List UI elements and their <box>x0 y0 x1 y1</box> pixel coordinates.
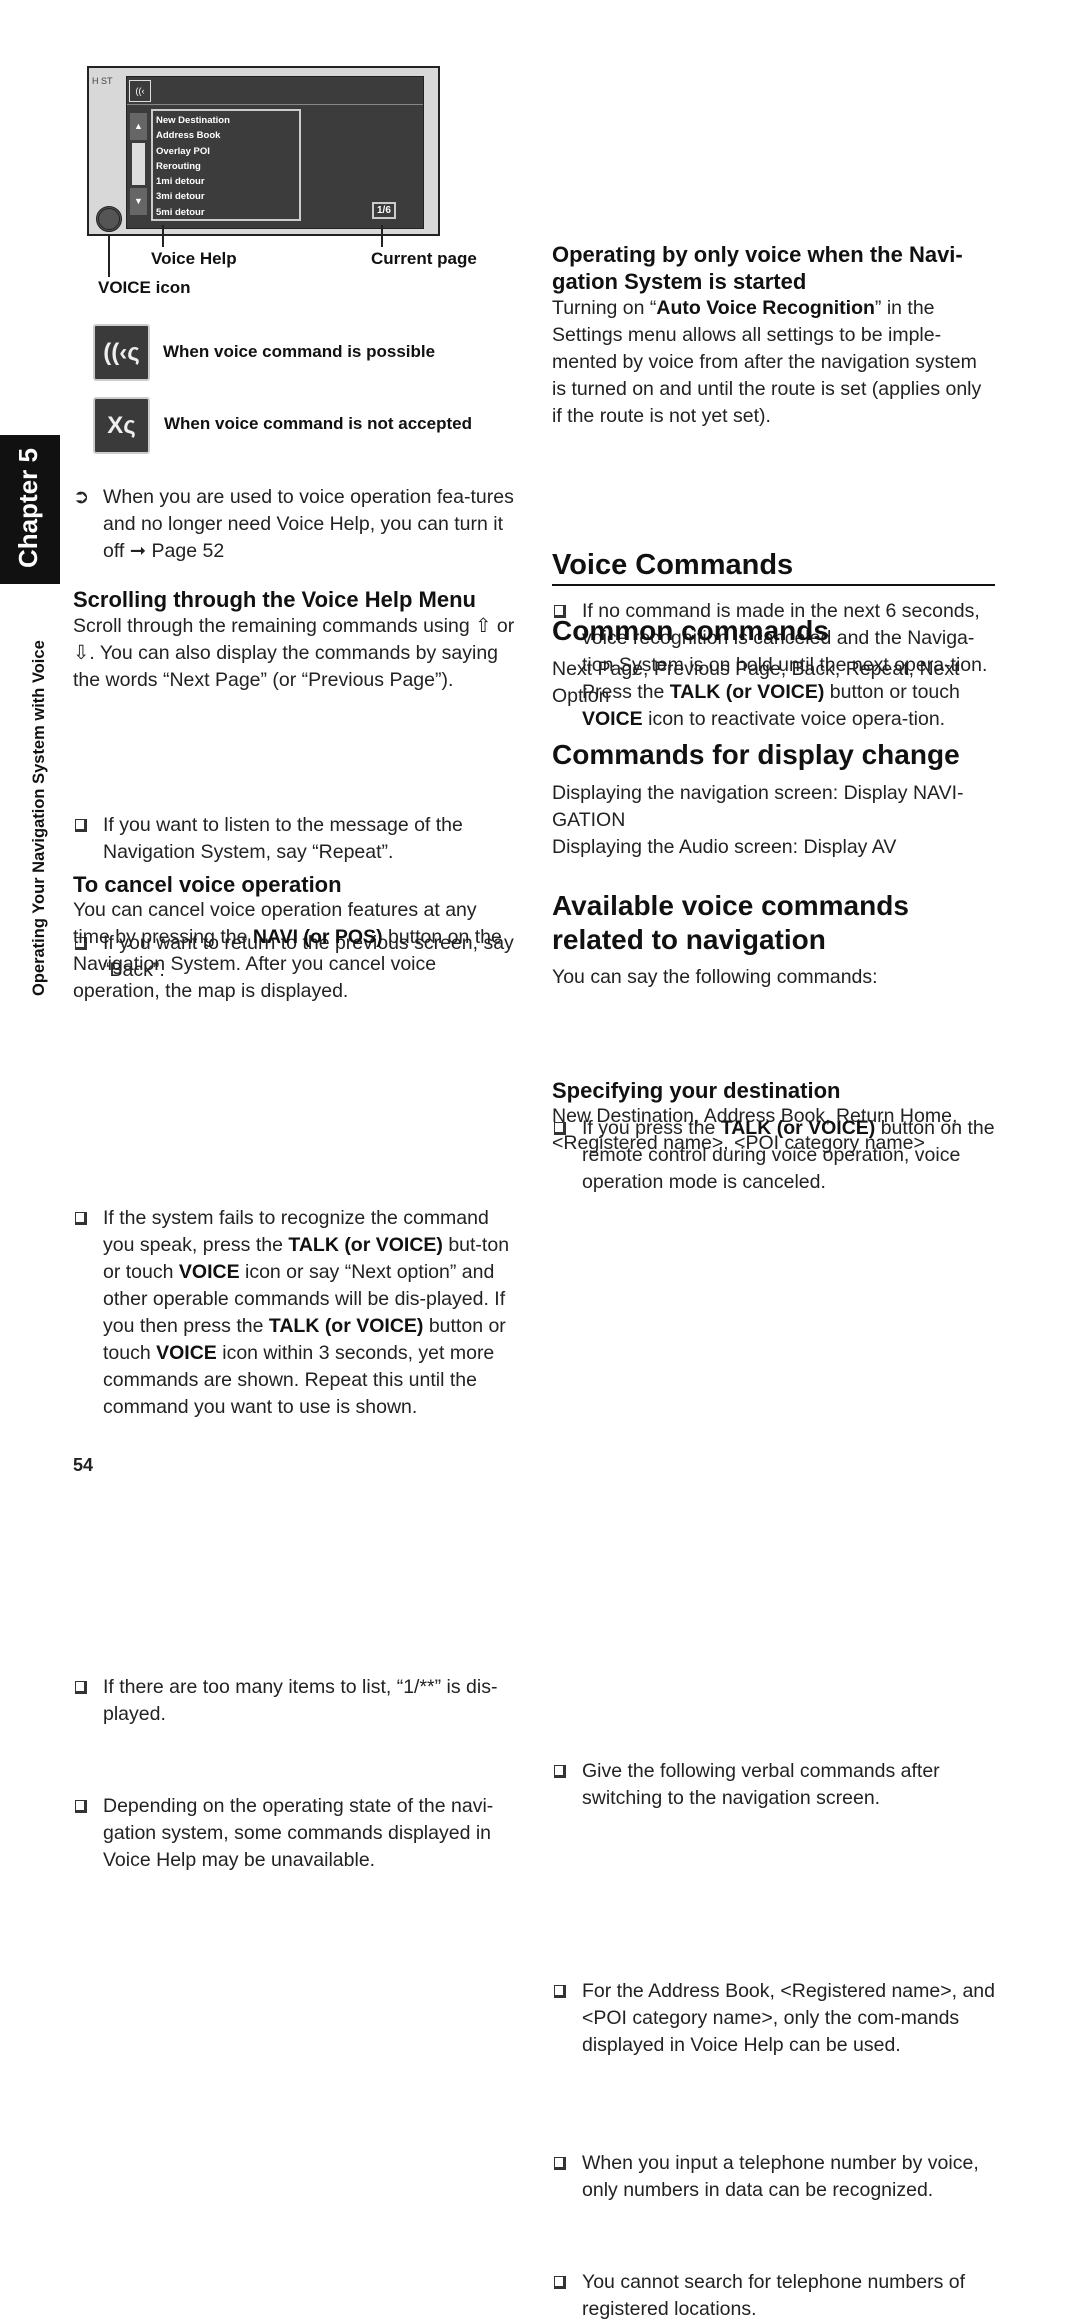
checkbox-bullet-icon <box>554 2157 566 2170</box>
nav-heading: Available voice commands related to navi… <box>552 890 909 955</box>
display-paragraph-1: Displaying the navigation screen: Displa… <box>552 782 964 831</box>
list-item: 1mi detour <box>156 176 205 188</box>
scroll-up-arrow-icon: ⇧ <box>475 615 492 637</box>
current-page-callout: Current page <box>371 249 477 268</box>
bullet-item: If there are too many items to list, “1/… <box>73 1674 517 1728</box>
bold-term: VOICE <box>156 1342 217 1364</box>
page-link[interactable]: Page 52 <box>146 540 225 562</box>
text-run: When you input a telephone number by voi… <box>582 2152 979 2201</box>
note-arrow-icon: ➲ <box>73 486 90 508</box>
scroll-down-arrow-icon: ⇩ <box>73 642 90 664</box>
text-run: Give the following verbal commands after… <box>582 1760 940 1809</box>
bullet-item: Give the following verbal commands after… <box>552 1758 996 1812</box>
list-item: New Destination <box>156 115 230 126</box>
dest-paragraph: New Destination, Address Book, Return Ho… <box>552 1105 958 1154</box>
list-item: 5mi detour <box>156 206 205 218</box>
bullet-item: For the Address Book, <Registered name>,… <box>552 1978 996 2059</box>
checkbox-bullet-icon <box>75 819 87 832</box>
voice-commands-title: Voice Commands <box>552 548 995 586</box>
bold-term: VOICE <box>178 1261 240 1283</box>
scrollbar[interactable] <box>132 143 145 185</box>
cancel-heading: To cancel voice operation <box>73 872 342 897</box>
chapter-tab: Chapter 5 <box>0 435 60 584</box>
list-item: Rerouting <box>156 160 201 172</box>
display-paragraph-2: Displaying the Audio screen: Display AV <box>552 836 897 858</box>
tip-note: ➲ When you are used to voice operation f… <box>73 486 514 562</box>
bullet-item: When you input a telephone number by voi… <box>552 2150 996 2204</box>
bold-term: TALK (or VOICE) <box>288 1234 443 1256</box>
checkbox-bullet-icon <box>75 1800 87 1813</box>
page-indicator: 1/6 <box>372 202 396 219</box>
bold-term: Auto Voice Recognition <box>656 297 875 319</box>
common-paragraph: Next Page, Previous Page, Back, Repeat, … <box>552 658 960 707</box>
text-run: Depending on the operating state of the … <box>103 1795 494 1871</box>
screen-figure: H ST ((‹ ▲ ▼ New Destination Address Boo… <box>87 66 440 236</box>
text-run: For the Address Book, <Registered name>,… <box>582 1980 995 2056</box>
voice-help-list: New Destination Address Book Overlay POI… <box>151 109 301 221</box>
list-item: Overlay POI <box>156 145 210 157</box>
bold-term: NAVI (or POS) <box>252 926 383 948</box>
checkbox-bullet-icon <box>554 1765 566 1778</box>
dest-heading: Specifying your destination <box>552 1078 841 1103</box>
chapter-label: Chapter 5 <box>13 448 43 568</box>
bullet-item: If the system fails to recognize the com… <box>73 1205 517 1421</box>
map-street-label: H ST <box>92 76 113 86</box>
text-run: icon to reactivate voice opera-tion. <box>642 708 946 730</box>
checkbox-bullet-icon <box>554 2276 566 2289</box>
scroll-heading: Scrolling through the Voice Help Menu <box>73 587 476 612</box>
page-link-arrow-icon: ➞ <box>129 540 147 562</box>
page-number: 54 <box>73 1455 94 1475</box>
section-label: Operating Your Navigation System with Vo… <box>30 640 48 996</box>
voice-icon: ((‹ <box>129 80 151 102</box>
voice-possible-icon: ((‹ς <box>93 324 150 381</box>
nav-paragraph: You can say the following commands: <box>552 966 878 988</box>
text-run: You cannot search for telephone numbers … <box>582 2271 966 2320</box>
text-run: If you want to listen to the message of … <box>103 814 463 863</box>
cancel-paragraph: You can cancel voice operation features … <box>73 897 517 1005</box>
voice-help-panel: ((‹ ▲ ▼ New Destination Address Book Ove… <box>126 76 424 229</box>
scroll-paragraph: Scroll through the remaining commands us… <box>73 615 515 691</box>
bold-term: VOICE <box>582 708 643 730</box>
bullet-item: If you want to listen to the message of … <box>73 812 517 866</box>
checkbox-bullet-icon <box>75 1681 87 1694</box>
list-item: Address Book <box>156 130 221 142</box>
common-heading: Common commands <box>552 615 829 646</box>
start-paragraph: Turning on “Auto Voice Recognition” in t… <box>552 295 996 430</box>
voice-button-icon[interactable] <box>96 206 122 232</box>
bullet-item: Depending on the operating state of the … <box>73 1793 517 1874</box>
voice-help-callout: Voice Help <box>151 249 237 268</box>
start-heading: Operating by only voice when the Navi-ga… <box>552 242 963 294</box>
bold-term: TALK (or VOICE) <box>268 1315 424 1337</box>
text-run: If there are too many items to list, “1/… <box>103 1676 498 1725</box>
voice-not-accepted-icon: Xς <box>93 397 150 454</box>
voice-not-accepted-label: When voice command is not accepted <box>164 414 472 433</box>
list-item: 3mi detour <box>156 191 205 203</box>
voice-possible-label: When voice command is possible <box>163 342 436 361</box>
scroll-down-icon[interactable]: ▼ <box>130 188 147 215</box>
text-run: Turning on “ <box>552 297 657 319</box>
bullet-item: You cannot search for telephone numbers … <box>552 2269 996 2323</box>
checkbox-bullet-icon <box>554 1985 566 1998</box>
checkbox-bullet-icon <box>75 1212 87 1225</box>
scroll-up-icon[interactable]: ▲ <box>130 113 147 140</box>
display-heading: Commands for display change <box>552 739 960 770</box>
voice-icon-callout: VOICE icon <box>98 278 191 297</box>
